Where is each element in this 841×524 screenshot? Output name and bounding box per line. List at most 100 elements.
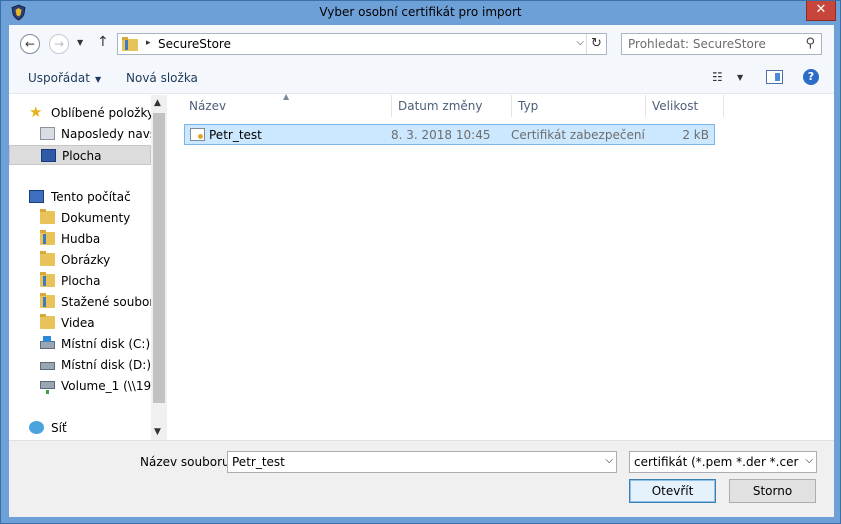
navigation-pane: ★ Oblíbené položky Naposledy navštívené … <box>9 95 167 440</box>
recent-places-icon <box>40 127 55 140</box>
sidebar-item-videos[interactable]: Videa <box>9 313 151 333</box>
forward-arrow-icon: → <box>53 37 65 51</box>
file-open-dialog: Vyber osobní certifikát pro import ✕ ← →… <box>0 0 841 524</box>
file-list: ▲ Název Datum změny Typ Velikost Petr_te… <box>179 92 834 440</box>
scroll-down-icon[interactable]: ▼ <box>154 427 161 437</box>
forward-button[interactable]: → <box>49 34 69 54</box>
sidebar-item-drive-d[interactable]: Místní disk (D:) <box>9 355 151 375</box>
sidebar-item-label: Oblíbené položky <box>51 106 151 120</box>
cancel-button[interactable]: Storno <box>729 479 816 503</box>
network-drive-icon <box>40 381 55 394</box>
sidebar-item-label: Volume_1 (\\192. <box>61 379 151 393</box>
file-size: 2 kB <box>682 128 709 142</box>
breadcrumb-separator-icon: ▸ <box>146 38 151 48</box>
network-icon <box>29 421 44 434</box>
pictures-folder-icon <box>40 251 55 266</box>
sort-ascending-icon: ▲ <box>283 92 290 101</box>
dialog-client: ← → ▼ ↑ ▸ SecureStore ⌵ ↻ Prohledat: Sec… <box>9 25 834 517</box>
filename-field[interactable]: Petr_test ⌵ <box>227 451 617 473</box>
system-drive-icon <box>40 336 55 349</box>
search-input[interactable]: Prohledat: SecureStore <box>628 37 766 51</box>
sidebar-item-documents[interactable]: Dokumenty <box>9 208 151 228</box>
sidebar-item-label: Síť <box>51 421 67 435</box>
file-name: Petr_test <box>209 128 262 142</box>
search-box[interactable]: Prohledat: SecureStore ⚲ <box>621 33 822 55</box>
back-arrow-icon: ← <box>24 37 36 51</box>
sidebar-item-label: Obrázky <box>61 253 111 267</box>
documents-folder-icon <box>40 209 55 224</box>
folder-icon <box>122 37 138 51</box>
view-options-dropdown[interactable]: ▼ <box>737 73 743 82</box>
up-arrow-icon: ↑ <box>97 34 109 50</box>
sidebar-item-music[interactable]: Hudba <box>9 229 151 249</box>
sidebar-item-label: Plocha <box>61 274 101 288</box>
scrollbar-thumb[interactable] <box>153 113 165 403</box>
column-header-type[interactable]: Typ <box>512 95 646 117</box>
sidebar-item-label: Hudba <box>61 232 101 246</box>
help-icon: ? <box>807 70 815 83</box>
sidebar-item-pictures[interactable]: Obrázky <box>9 250 151 270</box>
sidebar-item-network[interactable]: Síť <box>9 418 151 438</box>
column-header-size[interactable]: Velikost <box>646 95 724 117</box>
chevron-down-icon: ▼ <box>94 75 102 84</box>
desktop-icon <box>41 149 56 162</box>
change-view-button[interactable]: ☷ <box>712 70 723 84</box>
sidebar-item-label: Tento počítač <box>51 190 131 204</box>
chevron-down-icon[interactable]: ⌵ <box>805 455 813 466</box>
file-row[interactable]: Petr_test 8. 3. 2018 10:45 Certifikát za… <box>184 124 715 145</box>
sidebar-item-drive-c[interactable]: Místní disk (C:) <box>9 334 151 354</box>
details-view-icon: ☷ <box>712 70 723 84</box>
navigation-scrollbar[interactable]: ▲ ▼ <box>151 95 167 440</box>
sidebar-item-desktop[interactable]: Plocha <box>9 271 151 291</box>
scroll-up-icon[interactable]: ▲ <box>154 98 161 108</box>
file-type-filter[interactable]: certifikát (*.pem *.der *.cer *.pfx ⌵ <box>629 451 817 473</box>
up-button[interactable]: ↑ <box>97 34 109 50</box>
certificate-icon <box>190 128 205 141</box>
open-button[interactable]: Otevřít <box>629 479 716 503</box>
chevron-down-icon: ▼ <box>77 38 84 47</box>
close-button[interactable]: ✕ <box>806 1 836 21</box>
sidebar-item-desktop-favorite[interactable]: Plocha <box>9 145 151 165</box>
sidebar-item-volume-1[interactable]: Volume_1 (\\192. <box>9 376 151 396</box>
sidebar-item-label: Plocha <box>62 149 102 163</box>
address-bar[interactable]: ▸ SecureStore ⌵ ↻ <box>117 33 607 55</box>
back-button[interactable]: ← <box>20 34 40 54</box>
sidebar-item-label: Místní disk (C:) <box>61 337 151 351</box>
filename-label: Název souboru: <box>140 455 234 469</box>
sidebar-item-label: Naposledy navštívené <box>61 127 151 141</box>
preview-pane-button[interactable] <box>766 70 783 84</box>
desktop-folder-icon <box>40 272 55 287</box>
dialog-footer: Název souboru: Petr_test ⌵ certifikát (*… <box>9 440 834 517</box>
music-folder-icon <box>40 230 55 245</box>
filename-input[interactable]: Petr_test <box>232 455 285 469</box>
help-button[interactable]: ? <box>803 69 819 85</box>
window-title: Vyber osobní certifikát pro import <box>319 5 522 19</box>
breadcrumb-path[interactable]: SecureStore <box>158 37 231 51</box>
command-bar: Uspořádat ▼ Nová složka ☷ ▼ ? <box>9 63 834 94</box>
recent-locations-dropdown[interactable]: ▼ <box>77 38 83 47</box>
title-bar[interactable]: Vyber osobní certifikát pro import ✕ <box>1 1 840 25</box>
sidebar-item-this-pc[interactable]: Tento počítač <box>9 187 151 207</box>
sidebar-item-label: Místní disk (D:) <box>61 358 151 372</box>
videos-folder-icon <box>40 314 55 329</box>
chevron-down-icon[interactable]: ⌵ <box>605 455 613 466</box>
column-header-date[interactable]: Datum změny <box>392 95 512 117</box>
organize-button[interactable]: Uspořádat ▼ <box>28 71 101 85</box>
column-header-name[interactable]: ▲ Název <box>183 92 392 117</box>
sidebar-item-favorites[interactable]: ★ Oblíbené položky <box>9 103 151 123</box>
sidebar-item-label: Stažené soubory <box>61 295 151 309</box>
sidebar-item-downloads[interactable]: Stažené soubory <box>9 292 151 312</box>
refresh-button[interactable]: ↻ <box>586 34 606 54</box>
sidebar-item-label: Dokumenty <box>61 211 131 225</box>
chevron-down-icon: ▼ <box>737 73 744 82</box>
file-date: 8. 3. 2018 10:45 <box>391 128 491 142</box>
sidebar-item-recent-places[interactable]: Naposledy navštívené <box>9 124 151 144</box>
new-folder-button[interactable]: Nová složka <box>126 71 198 85</box>
search-icon[interactable]: ⚲ <box>805 36 815 51</box>
refresh-icon: ↻ <box>591 36 602 51</box>
drive-icon <box>40 362 55 370</box>
file-type: Certifikát zabezpečení <box>511 128 645 142</box>
address-dropdown-icon[interactable]: ⌵ <box>576 37 584 48</box>
downloads-folder-icon <box>40 293 55 308</box>
sidebar-item-label: Videa <box>61 316 95 330</box>
